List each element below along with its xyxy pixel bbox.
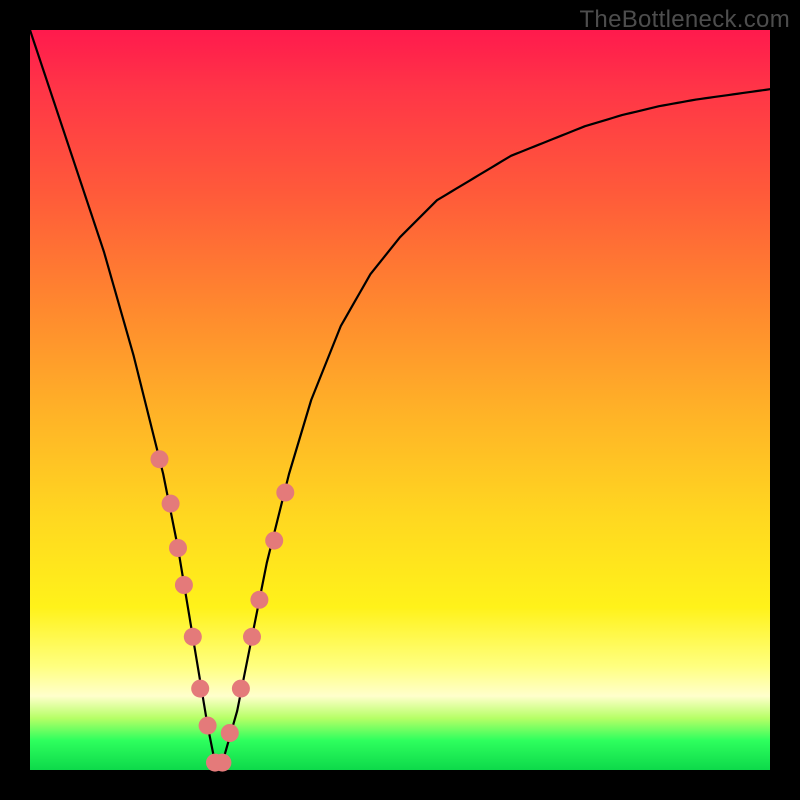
highlighted-points (151, 450, 295, 771)
marker-point (243, 628, 261, 646)
plot-area (30, 30, 770, 770)
marker-point (213, 754, 231, 772)
marker-point (175, 576, 193, 594)
marker-point (169, 539, 187, 557)
marker-point (184, 628, 202, 646)
marker-point (221, 724, 239, 742)
marker-point (250, 591, 268, 609)
chart-frame: TheBottleneck.com (0, 0, 800, 800)
bottleneck-curve (30, 30, 770, 763)
marker-point (232, 680, 250, 698)
watermark-text: TheBottleneck.com (579, 6, 790, 34)
marker-point (191, 680, 209, 698)
marker-point (199, 717, 217, 735)
marker-point (265, 532, 283, 550)
marker-point (276, 484, 294, 502)
marker-point (162, 495, 180, 513)
marker-point (151, 450, 169, 468)
curve-svg (30, 30, 770, 770)
